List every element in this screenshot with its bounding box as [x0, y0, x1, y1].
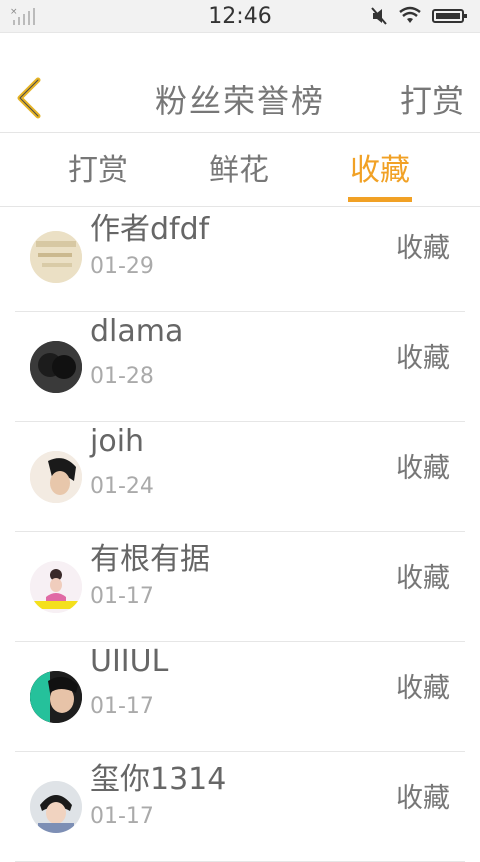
favorite-label: 收藏	[396, 233, 450, 264]
tab-favorites[interactable]: 收藏	[350, 145, 410, 189]
list-item[interactable]: 作者dfdf 01-29 收藏	[0, 202, 480, 312]
fan-date: 01-28	[90, 364, 154, 389]
wifi-icon	[399, 6, 421, 23]
fan-date: 01-24	[90, 474, 154, 499]
mute-icon	[371, 7, 387, 25]
tab-bar: 打赏 鲜花 收藏	[0, 133, 480, 207]
favorite-label: 收藏	[396, 673, 450, 704]
favorite-label: 收藏	[396, 783, 450, 814]
fan-date: 01-29	[90, 254, 154, 279]
list-item[interactable]: 玺你1314 01-17 收藏	[0, 752, 480, 862]
fan-name: dlama	[90, 314, 184, 349]
fan-name: 作者dfdf	[90, 212, 210, 247]
fan-name: UIIUL	[90, 644, 169, 679]
list-item[interactable]: UIIUL 01-17 收藏	[0, 642, 480, 752]
avatar	[30, 231, 82, 283]
favorite-label: 收藏	[396, 343, 450, 374]
list-item[interactable]: 有根有据 01-17 收藏	[0, 532, 480, 642]
avatar	[30, 781, 82, 833]
tab-flowers[interactable]: 鲜花	[209, 145, 269, 189]
avatar	[30, 451, 82, 503]
list-item[interactable]: dlama 01-28 收藏	[0, 312, 480, 422]
avatar	[30, 671, 82, 723]
avatar	[30, 341, 82, 393]
avatar	[30, 561, 82, 613]
favorite-label: 收藏	[396, 563, 450, 594]
fan-date: 01-17	[90, 694, 154, 719]
fan-date: 01-17	[90, 804, 154, 829]
fan-date: 01-17	[90, 584, 154, 609]
battery-icon	[432, 9, 467, 23]
status-bar: × 12:46	[0, 0, 480, 33]
fan-name: joih	[90, 424, 145, 459]
reward-action-button[interactable]: 打赏	[400, 76, 464, 122]
header: 粉丝荣誉榜 打赏	[0, 62, 480, 133]
fan-name: 玺你1314	[90, 762, 227, 797]
tab-reward[interactable]: 打赏	[68, 145, 128, 189]
fan-name: 有根有据	[90, 542, 210, 577]
list-item[interactable]: joih 01-24 收藏	[0, 422, 480, 532]
favorite-label: 收藏	[396, 453, 450, 484]
